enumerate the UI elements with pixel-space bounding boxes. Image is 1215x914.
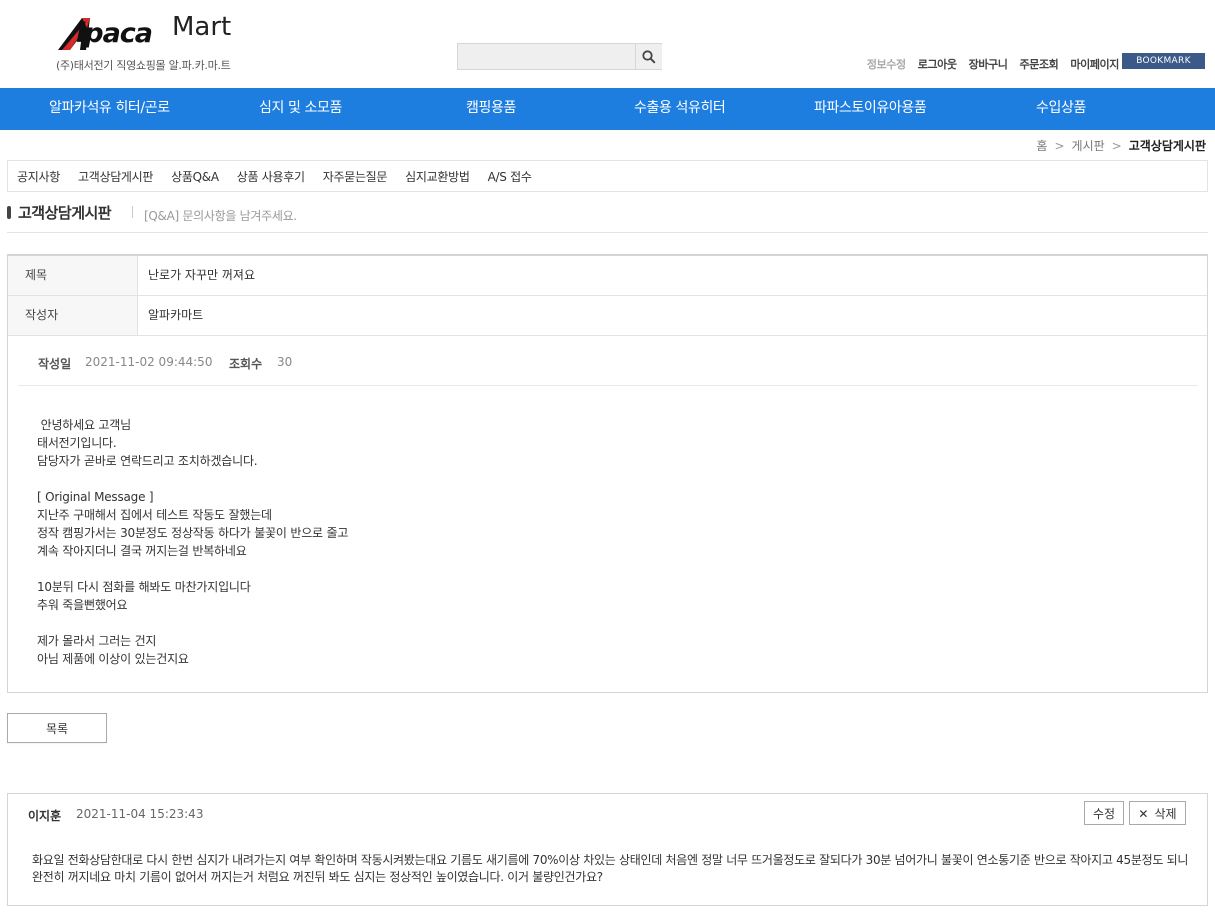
comment-item: 이지훈 2021-11-04 15:23:43 수정 ✕ 삭제 화요일 전화상담한… [7, 793, 1208, 906]
delete-label: 삭제 [1154, 806, 1177, 821]
post-view: 제목 난로가 자꾸만 꺼져요 작성자 알파카마트 작성일 2021-11-02 … [7, 254, 1208, 693]
breadcrumb-board[interactable]: 게시판 [1072, 137, 1105, 154]
close-icon: ✕ [1138, 806, 1149, 821]
logo-mart-text: Mart [172, 12, 232, 42]
toplink-cart[interactable]: 장바구니 [969, 56, 1008, 72]
post-date: 2021-11-02 09:44:50 [85, 355, 213, 369]
toplink-mypage[interactable]: 마이페이지 [1070, 56, 1119, 72]
subnav-notice[interactable]: 공지사항 [17, 168, 60, 185]
nav-wick-supplies[interactable]: 심지 및 소모품 [259, 88, 342, 130]
toplink-logout[interactable]: 로그아웃 [918, 56, 957, 72]
subnav-product-qna[interactable]: 상품Q&A [171, 168, 219, 185]
nav-camping[interactable]: 캠핑용품 [466, 88, 516, 130]
comment-delete-button[interactable]: ✕ 삭제 [1129, 801, 1186, 825]
page-title: 고객상담게시판 [18, 204, 112, 222]
title-bar-marker [7, 206, 11, 219]
breadcrumb-home[interactable]: 홈 [1036, 137, 1047, 154]
post-views: 30 [277, 355, 293, 369]
search-button[interactable] [635, 44, 662, 69]
comment-edit-button[interactable]: 수정 [1084, 801, 1124, 825]
search-box [457, 43, 662, 70]
divider [132, 206, 133, 218]
top-links: 정보수정 로그아웃 장바구니 주문조회 마이페이지 [855, 56, 1120, 72]
views-label: 조회수 [229, 357, 263, 371]
logo-text: lpaca [76, 18, 153, 49]
post-author-row: 작성자 알파카마트 [8, 296, 1207, 336]
site-header: lpaca Mart (주)태서전기 직영쇼핑몰 알.파.카.마.트 정보수정 … [0, 0, 1215, 88]
breadcrumb: 홈 > 게시판 > 고객상담게시판 [1036, 137, 1206, 154]
comment-date: 2021-11-04 15:23:43 [76, 807, 204, 821]
post-author: 알파카마트 [148, 308, 204, 322]
bookmark-button[interactable]: BOOKMARK [1122, 53, 1205, 69]
chevron-right-icon: > [1111, 138, 1122, 153]
post-meta: 작성일 2021-11-02 09:44:50 조회수 30 [18, 342, 1198, 386]
date-label: 작성일 [38, 357, 72, 371]
search-input[interactable] [458, 44, 634, 69]
subject-label: 제목 [8, 256, 138, 295]
subnav-reviews[interactable]: 상품 사용후기 [237, 168, 305, 185]
toplink-edit-info[interactable]: 정보수정 [867, 56, 906, 72]
nav-imports[interactable]: 수입상품 [1036, 88, 1086, 130]
nav-export-heater[interactable]: 수출용 석유히터 [634, 88, 726, 130]
board-description: [Q&A] 문의사항을 남겨주세요. [144, 209, 297, 223]
nav-heater-stove[interactable]: 알파카석유 히터/곤로 [49, 88, 170, 130]
comment-author: 이지훈 [28, 809, 62, 823]
subnav-wick-guide[interactable]: 심지교환방법 [405, 168, 470, 185]
toplink-order-lookup[interactable]: 주문조회 [1020, 56, 1059, 72]
post-content: 안녕하세요 고객님 태서전기입니다. 담당자가 곧바로 연락드리고 조치하겠습니… [37, 418, 349, 666]
board-subnav: 공지사항 고객상담게시판 상품Q&A 상품 사용후기 자주묻는질문 심지교환방법… [7, 160, 1208, 192]
comment-body: 화요일 전화상담한대로 다시 한번 심지가 내려가는지 여부 확인하며 작동시켜… [32, 853, 1189, 884]
nav-baby-products[interactable]: 파파스토이유아용품 [814, 88, 927, 130]
site-tagline: (주)태서전기 직영쇼핑몰 알.파.카.마.트 [56, 59, 231, 72]
site-logo[interactable]: lpaca Mart [56, 12, 236, 56]
search-icon [642, 49, 656, 64]
breadcrumb-current: 고객상담게시판 [1128, 139, 1206, 153]
post-subject-row: 제목 난로가 자꾸만 꺼져요 [8, 256, 1207, 296]
main-nav: 알파카석유 히터/곤로 심지 및 소모품 캠핑용품 수출용 석유히터 파파스토이… [0, 88, 1215, 130]
subnav-customer-board[interactable]: 고객상담게시판 [78, 168, 153, 185]
author-label: 작성자 [8, 296, 138, 335]
post-subject: 난로가 자꾸만 꺼져요 [148, 268, 255, 282]
subnav-faq[interactable]: 자주묻는질문 [323, 168, 388, 185]
list-button[interactable]: 목록 [7, 713, 107, 743]
subnav-as-request[interactable]: A/S 접수 [488, 168, 532, 185]
board-header: 고객상담게시판 [Q&A] 문의사항을 남겨주세요. [7, 201, 1208, 233]
chevron-right-icon: > [1054, 138, 1065, 153]
